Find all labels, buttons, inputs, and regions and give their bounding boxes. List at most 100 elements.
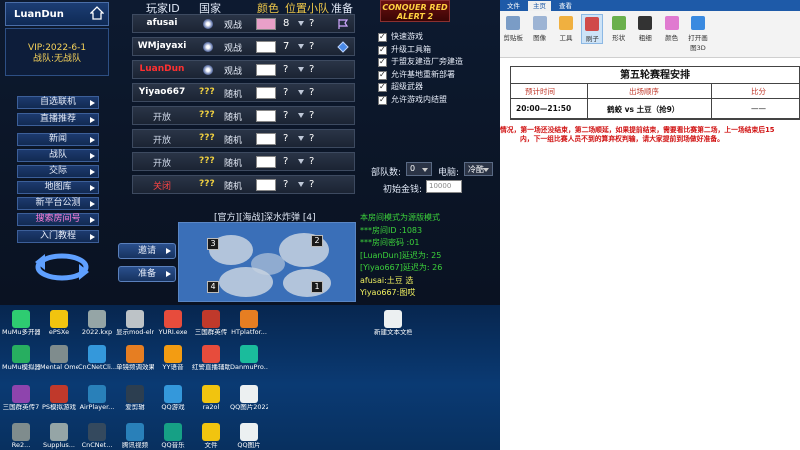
desktop-shortcut[interactable]: ePSXe — [40, 310, 78, 336]
player-color-swatch[interactable] — [256, 18, 276, 30]
player-color-swatch[interactable] — [256, 41, 276, 53]
player-color-swatch[interactable] — [256, 133, 276, 145]
desktop-shortcut[interactable]: 三国群英传7 — [2, 385, 40, 411]
map-preview[interactable]: 3 2 4 1 — [178, 222, 356, 302]
menu-item[interactable]: 交际 — [17, 165, 99, 178]
ribbon-button[interactable]: 工具 — [555, 14, 577, 42]
country-random[interactable]: ??? — [199, 179, 215, 189]
player-team[interactable]: ? — [309, 179, 314, 190]
desktop-shortcut[interactable]: ra2ol — [192, 385, 230, 411]
home-icon[interactable] — [90, 6, 104, 20]
ribbon-button[interactable]: 图像 — [529, 14, 551, 42]
country-flag-icon[interactable] — [203, 42, 213, 52]
player-slot[interactable]: 开放??? 随机?? — [132, 129, 355, 148]
player-position[interactable]: ? — [283, 64, 288, 75]
player-slot[interactable]: Yiyao667??? 随机?? — [132, 83, 355, 102]
country-random[interactable]: ??? — [199, 156, 215, 166]
player-mode[interactable]: 观战 — [224, 18, 242, 31]
ribbon-button[interactable]: 打开画图3D — [687, 14, 709, 52]
chevron-down-icon[interactable] — [298, 136, 304, 141]
chevron-down-icon[interactable] — [298, 44, 304, 49]
ribbon-button[interactable]: 刷子 — [581, 14, 604, 44]
map-start-2[interactable]: 2 — [311, 235, 323, 247]
checkbox[interactable] — [378, 45, 387, 55]
desktop-shortcut[interactable]: QQ图片 — [230, 423, 268, 449]
player-slot[interactable]: 开放??? 随机?? — [132, 152, 355, 171]
menu-item[interactable]: 新闻 — [17, 133, 99, 146]
checkbox[interactable] — [378, 82, 387, 92]
player-position[interactable]: 7 — [283, 41, 289, 52]
invite-button[interactable]: 邀请 — [118, 243, 176, 259]
game-option[interactable]: 允许基地重新部署 — [378, 70, 455, 81]
refresh-icon[interactable] — [27, 250, 97, 284]
player-team[interactable]: ? — [309, 133, 314, 144]
player-position[interactable]: ? — [283, 133, 288, 144]
player-position[interactable]: ? — [283, 156, 288, 167]
ready-button[interactable]: 准备 — [118, 266, 176, 282]
player-mode[interactable]: 随机 — [224, 179, 242, 192]
computer-difficulty-select[interactable]: 冷酷 — [464, 162, 493, 176]
map-start-3[interactable]: 3 — [207, 238, 219, 250]
player-slot[interactable]: LuanDun 观战?? — [132, 60, 355, 79]
map-start-4[interactable]: 4 — [207, 281, 219, 293]
desktop-shortcut[interactable]: CnCNetCli... — [78, 345, 116, 371]
player-team[interactable]: ? — [309, 87, 314, 98]
ribbon-button[interactable]: 颜色 — [661, 14, 683, 42]
player-position[interactable]: ? — [283, 110, 288, 121]
desktop-shortcut[interactable]: PS模拟游戏 — [40, 385, 78, 411]
player-team[interactable]: ? — [309, 18, 314, 29]
tab-home[interactable]: 主页 — [528, 1, 551, 11]
player-slot[interactable]: WMjayaxi 观战 7? — [132, 37, 355, 56]
chevron-down-icon[interactable] — [298, 67, 304, 72]
player-color-swatch[interactable] — [256, 156, 276, 168]
player-slot[interactable]: 开放??? 随机?? — [132, 106, 355, 125]
player-team[interactable]: ? — [309, 156, 314, 167]
player-team[interactable]: ? — [309, 64, 314, 75]
desktop-shortcut[interactable]: DanmuPro... — [230, 345, 268, 371]
desktop-shortcut[interactable]: QQ游戏 — [154, 385, 192, 411]
desktop-shortcut[interactable]: 腾讯视频 — [116, 423, 154, 449]
desktop-shortcut[interactable]: HTplatfor... — [230, 310, 268, 336]
country-random[interactable]: ??? — [199, 133, 215, 143]
desktop-shortcut[interactable]: 显示mod-elma... — [116, 310, 154, 336]
player-mode[interactable]: 随机 — [224, 110, 242, 123]
player-color-swatch[interactable] — [256, 64, 276, 76]
tab-file[interactable]: 文件 — [502, 1, 525, 11]
menu-item[interactable]: 地图库 — [17, 181, 99, 194]
desktop-shortcut[interactable]: 单镜频调效果 — [116, 345, 154, 371]
map-start-1[interactable]: 1 — [311, 281, 323, 293]
menu-item[interactable]: 直播推荐 — [17, 113, 99, 126]
menu-item[interactable]: 新平台公测 — [17, 197, 99, 210]
menu-item[interactable]: 自选联机 — [17, 96, 99, 109]
player-color-swatch[interactable] — [256, 110, 276, 122]
player-position[interactable]: ? — [283, 87, 288, 98]
game-option[interactable]: 升级工具箱 — [378, 45, 431, 56]
desktop-shortcut[interactable]: 2022.kxp — [78, 310, 116, 336]
checkbox[interactable] — [378, 32, 387, 42]
player-position[interactable]: 8 — [283, 18, 289, 29]
chevron-down-icon[interactable] — [298, 159, 304, 164]
country-random[interactable]: ??? — [199, 87, 215, 97]
game-option[interactable]: 快速游戏 — [378, 32, 423, 43]
game-option[interactable]: 于盟友建造厂旁建造 — [378, 57, 463, 68]
start-money-input[interactable]: 10000 — [426, 180, 462, 193]
country-flag-icon[interactable] — [203, 19, 213, 29]
desktop-shortcut[interactable]: YY语音 — [154, 345, 192, 371]
desktop-shortcut[interactable]: QQ音乐 — [154, 423, 192, 449]
country-random[interactable]: ??? — [199, 110, 215, 120]
chevron-down-icon[interactable] — [298, 21, 304, 26]
desktop-shortcut[interactable]: 三国群英传 — [192, 310, 230, 336]
country-flag-icon[interactable] — [203, 65, 213, 75]
player-slot[interactable]: 关闭??? 随机?? — [132, 175, 355, 194]
tab-view[interactable]: 查看 — [554, 1, 577, 11]
game-option[interactable]: 允许游戏内结盟 — [378, 95, 447, 106]
ribbon-button[interactable]: 粗细 — [634, 14, 656, 42]
player-mode[interactable]: 随机 — [224, 156, 242, 169]
desktop-shortcut[interactable]: MuMu多开器 — [2, 310, 40, 336]
desktop-shortcut[interactable]: 文件 — [192, 423, 230, 449]
desktop-shortcut[interactable]: 红警直播辅助(战网) — [192, 345, 230, 371]
player-mode[interactable]: 观战 — [224, 64, 242, 77]
player-mode[interactable]: 随机 — [224, 133, 242, 146]
desktop-shortcut[interactable]: Re2... — [2, 423, 40, 449]
desktop-shortcut[interactable]: MuMu模拟器 — [2, 345, 40, 371]
